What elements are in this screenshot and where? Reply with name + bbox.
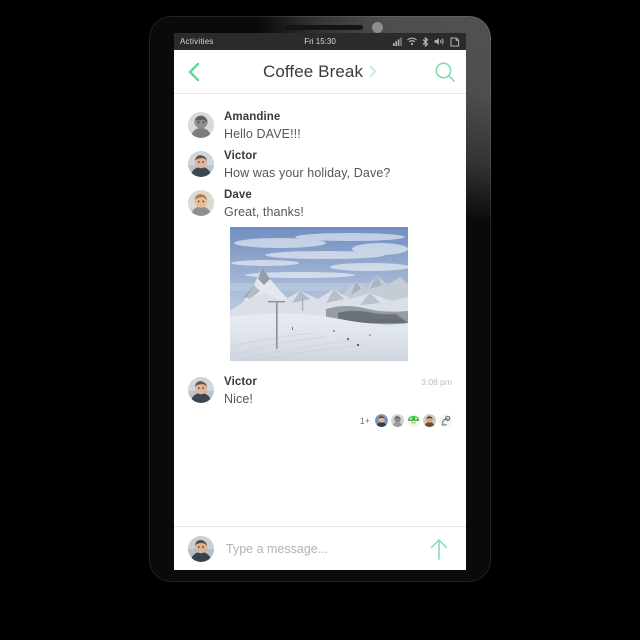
reaction-avatar-4-icon	[423, 414, 436, 427]
chevron-left-icon	[188, 62, 200, 81]
message-sender: Dave	[224, 189, 252, 201]
message-sender: Victor	[224, 150, 257, 162]
message-item[interactable]: Amandine Hello DAVE!!!	[174, 104, 466, 143]
avatar-self[interactable]	[188, 535, 214, 562]
back-button[interactable]	[174, 50, 214, 94]
app-header: Coffee Break	[174, 50, 466, 94]
message-composer	[174, 526, 466, 570]
arrow-up-icon	[430, 538, 448, 560]
message-item[interactable]: Victor How was your holiday, Dave?	[174, 143, 466, 182]
reaction-count: 1+	[359, 415, 370, 426]
avatar[interactable]	[188, 112, 214, 138]
message-text: Great, thanks!	[224, 205, 304, 219]
message-sender: Amandine	[224, 111, 281, 123]
message-timestamp: 3:08 pm	[421, 377, 452, 387]
signal-icon	[393, 37, 402, 46]
front-camera-icon	[372, 22, 383, 33]
avatar-self-icon	[188, 535, 214, 562]
speaker-grille	[285, 25, 363, 30]
avatar[interactable]	[188, 151, 214, 177]
reaction-avatar[interactable]	[439, 414, 452, 427]
os-top-bar: Activities Fri 15:30	[174, 33, 466, 50]
system-indicators[interactable]	[393, 36, 460, 47]
reaction-avatar-5-icon	[439, 414, 452, 427]
search-button[interactable]	[424, 50, 466, 94]
message-text: Nice!	[224, 392, 253, 406]
message-input[interactable]	[226, 541, 424, 556]
reaction-avatar-2-icon	[391, 414, 404, 427]
send-button[interactable]	[424, 534, 454, 564]
page-title: Coffee Break	[262, 61, 364, 81]
message-list[interactable]: Amandine Hello DAVE!!! Victor How was yo…	[174, 94, 466, 526]
avatar[interactable]	[188, 190, 214, 216]
reaction-avatar[interactable]	[391, 414, 404, 427]
message-text: Hello DAVE!!!	[224, 127, 301, 141]
avatar-amandine	[188, 112, 214, 138]
message-text: How was your holiday, Dave?	[224, 166, 391, 180]
avatar-victor	[188, 151, 214, 177]
reaction-avatar[interactable]	[375, 414, 388, 427]
message-sender: Victor	[224, 376, 257, 388]
search-icon	[435, 62, 455, 82]
message-item[interactable]: Victor Nice! 3:08 pm	[174, 369, 466, 408]
reaction-avatar-1-icon	[375, 414, 388, 427]
avatar[interactable]	[188, 377, 214, 403]
screenshot-stage: Activities Fri 15:30 Coffee Break Amandi…	[0, 0, 640, 640]
photo-attachment[interactable]	[230, 227, 408, 361]
volume-icon	[434, 38, 444, 45]
reaction-list[interactable]: 1+	[174, 408, 466, 427]
wifi-icon	[407, 37, 417, 46]
message-item[interactable]: Dave Great, thanks!	[174, 182, 466, 221]
battery-icon	[450, 37, 460, 46]
mountain-photo	[230, 227, 408, 361]
chevron-right-icon[interactable]	[369, 65, 377, 78]
device-screen: Activities Fri 15:30 Coffee Break Amandi…	[174, 33, 466, 570]
reaction-avatar[interactable]	[407, 414, 420, 427]
reaction-avatar-3-icon	[407, 414, 420, 427]
tablet-device: Activities Fri 15:30 Coffee Break Amandi…	[149, 16, 491, 582]
avatar-dave	[188, 190, 214, 216]
header-title-group: Coffee Break	[174, 62, 466, 82]
photo-message	[174, 221, 466, 361]
bluetooth-icon	[422, 36, 429, 47]
avatar-victor	[188, 377, 214, 403]
reaction-avatar[interactable]	[423, 414, 436, 427]
